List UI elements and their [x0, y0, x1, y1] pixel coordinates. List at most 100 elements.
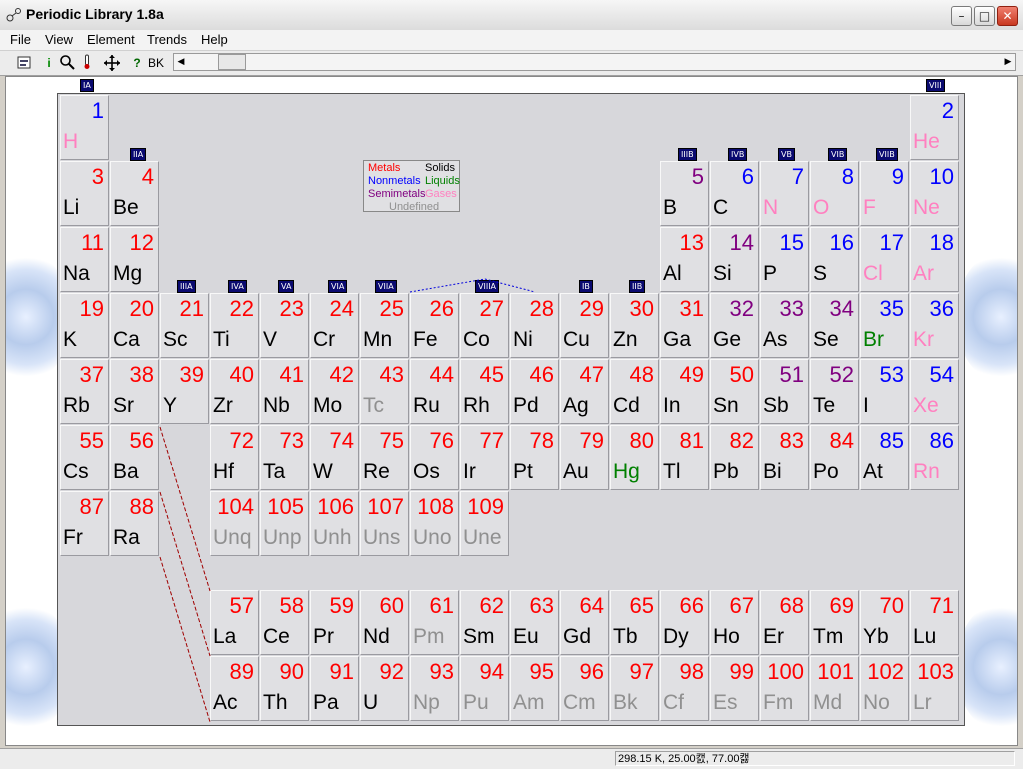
element-cell-au[interactable]: 79 Au [560, 425, 609, 490]
element-cell-br[interactable]: 35 Br [860, 293, 909, 358]
element-cell-tc[interactable]: 43 Tc [360, 359, 409, 424]
element-cell-ta[interactable]: 73 Ta [260, 425, 309, 490]
element-cell-rn[interactable]: 86 Rn [910, 425, 959, 490]
element-cell-pb[interactable]: 82 Pb [710, 425, 759, 490]
element-cell-uno[interactable]: 108 Uno [410, 491, 459, 556]
element-cell-al[interactable]: 13 Al [660, 227, 709, 292]
element-cell-unq[interactable]: 104 Unq [210, 491, 259, 556]
element-cell-ga[interactable]: 31 Ga [660, 293, 709, 358]
element-cell-se[interactable]: 34 Se [810, 293, 859, 358]
element-cell-mo[interactable]: 42 Mo [310, 359, 359, 424]
element-cell-sn[interactable]: 50 Sn [710, 359, 759, 424]
element-cell-bi[interactable]: 83 Bi [760, 425, 809, 490]
element-cell-rb[interactable]: 37 Rb [60, 359, 109, 424]
element-cell-pm[interactable]: 61 Pm [410, 590, 459, 655]
element-cell-fr[interactable]: 87 Fr [60, 491, 109, 556]
element-cell-ac[interactable]: 89 Ac [210, 656, 259, 721]
element-cell-v[interactable]: 23 V [260, 293, 309, 358]
element-cell-ar[interactable]: 18 Ar [910, 227, 959, 292]
element-cell-ge[interactable]: 32 Ge [710, 293, 759, 358]
element-cell-mn[interactable]: 25 Mn [360, 293, 409, 358]
element-cell-np[interactable]: 93 Np [410, 656, 459, 721]
element-cell-ir[interactable]: 77 Ir [460, 425, 509, 490]
menu-file[interactable]: File [10, 32, 31, 47]
element-cell-md[interactable]: 101 Md [810, 656, 859, 721]
bk-button[interactable]: BK [145, 54, 167, 72]
scroll-thumb[interactable] [218, 54, 246, 70]
scroll-left-icon[interactable]: ◀ [174, 54, 188, 70]
element-cell-nb[interactable]: 41 Nb [260, 359, 309, 424]
element-cell-ba[interactable]: 56 Ba [110, 425, 159, 490]
element-cell-k[interactable]: 19 K [60, 293, 109, 358]
element-cell-unh[interactable]: 106 Unh [310, 491, 359, 556]
element-cell-be[interactable]: 4 Be [110, 161, 159, 226]
element-cell-er[interactable]: 68 Er [760, 590, 809, 655]
horizontal-scrollbar[interactable]: ◀ ▶ [173, 53, 1016, 71]
element-cell-hg[interactable]: 80 Hg [610, 425, 659, 490]
element-cell-nd[interactable]: 60 Nd [360, 590, 409, 655]
element-cell-at[interactable]: 85 At [860, 425, 909, 490]
element-cell-o[interactable]: 8O [810, 161, 859, 226]
element-cell-cs[interactable]: 55 Cs [60, 425, 109, 490]
element-cell-c[interactable]: 6C [710, 161, 759, 226]
element-cell-p[interactable]: 15 P [760, 227, 809, 292]
element-cell-zr[interactable]: 40 Zr [210, 359, 259, 424]
element-cell-dy[interactable]: 66 Dy [660, 590, 709, 655]
search-icon[interactable] [58, 54, 76, 72]
element-cell-fe[interactable]: 26 Fe [410, 293, 459, 358]
menu-element[interactable]: Element [87, 32, 135, 47]
element-cell-te[interactable]: 52 Te [810, 359, 859, 424]
element-cell-ho[interactable]: 67 Ho [710, 590, 759, 655]
element-cell-hf[interactable]: 72 Hf [210, 425, 259, 490]
menu-trends[interactable]: Trends [147, 32, 187, 47]
element-cell-li[interactable]: 3 Li [60, 161, 109, 226]
element-cell-th[interactable]: 90 Th [260, 656, 309, 721]
element-cell-no[interactable]: 102 No [860, 656, 909, 721]
element-cell-cd[interactable]: 48 Cd [610, 359, 659, 424]
element-cell-s[interactable]: 16 S [810, 227, 859, 292]
element-cell-y[interactable]: 39 Y [160, 359, 209, 424]
element-cell-pa[interactable]: 91 Pa [310, 656, 359, 721]
element-cell-ne[interactable]: 10 Ne [910, 161, 959, 226]
element-cell-u[interactable]: 92 U [360, 656, 409, 721]
element-cell-re[interactable]: 75 Re [360, 425, 409, 490]
element-cell-cu[interactable]: 29 Cu [560, 293, 609, 358]
element-cell-sc[interactable]: 21 Sc [160, 293, 209, 358]
element-cell-unp[interactable]: 105 Unp [260, 491, 309, 556]
element-cell-pd[interactable]: 46 Pd [510, 359, 559, 424]
element-cell-ca[interactable]: 20 Ca [110, 293, 159, 358]
element-cell-ra[interactable]: 88 Ra [110, 491, 159, 556]
scroll-right-icon[interactable]: ▶ [1001, 54, 1015, 70]
element-cell-zn[interactable]: 30 Zn [610, 293, 659, 358]
element-cell-la[interactable]: 57 La [210, 590, 259, 655]
element-cell-co[interactable]: 27 Co [460, 293, 509, 358]
element-cell-uns[interactable]: 107 Uns [360, 491, 409, 556]
minimize-button[interactable]: – [951, 6, 972, 26]
help-icon[interactable]: ? [128, 54, 146, 72]
element-cell-sb[interactable]: 51 Sb [760, 359, 809, 424]
element-cell-gd[interactable]: 64 Gd [560, 590, 609, 655]
element-cell-cr[interactable]: 24 Cr [310, 293, 359, 358]
element-cell-eu[interactable]: 63 Eu [510, 590, 559, 655]
info-icon[interactable]: i [40, 54, 58, 72]
maximize-button[interactable]: □ [974, 6, 995, 26]
element-cell-yb[interactable]: 70 Yb [860, 590, 909, 655]
element-cell-si[interactable]: 14 Si [710, 227, 759, 292]
element-cell-b[interactable]: 5B [660, 161, 709, 226]
element-cell-pt[interactable]: 78 Pt [510, 425, 559, 490]
element-cell-na[interactable]: 11 Na [60, 227, 109, 292]
element-cell-cm[interactable]: 96 Cm [560, 656, 609, 721]
element-cell-in[interactable]: 49 In [660, 359, 709, 424]
element-cell-tb[interactable]: 65 Tb [610, 590, 659, 655]
element-cell-cl[interactable]: 17 Cl [860, 227, 909, 292]
element-cell-es[interactable]: 99 Es [710, 656, 759, 721]
element-cell-pr[interactable]: 59 Pr [310, 590, 359, 655]
element-cell-pu[interactable]: 94 Pu [460, 656, 509, 721]
element-cell-fm[interactable]: 100 Fm [760, 656, 809, 721]
element-cell-n[interactable]: 7N [760, 161, 809, 226]
element-cell-ti[interactable]: 22 Ti [210, 293, 259, 358]
element-cell-sm[interactable]: 62 Sm [460, 590, 509, 655]
menu-view[interactable]: View [45, 32, 73, 47]
move-icon[interactable] [103, 54, 121, 72]
element-cell-lr[interactable]: 103 Lr [910, 656, 959, 721]
